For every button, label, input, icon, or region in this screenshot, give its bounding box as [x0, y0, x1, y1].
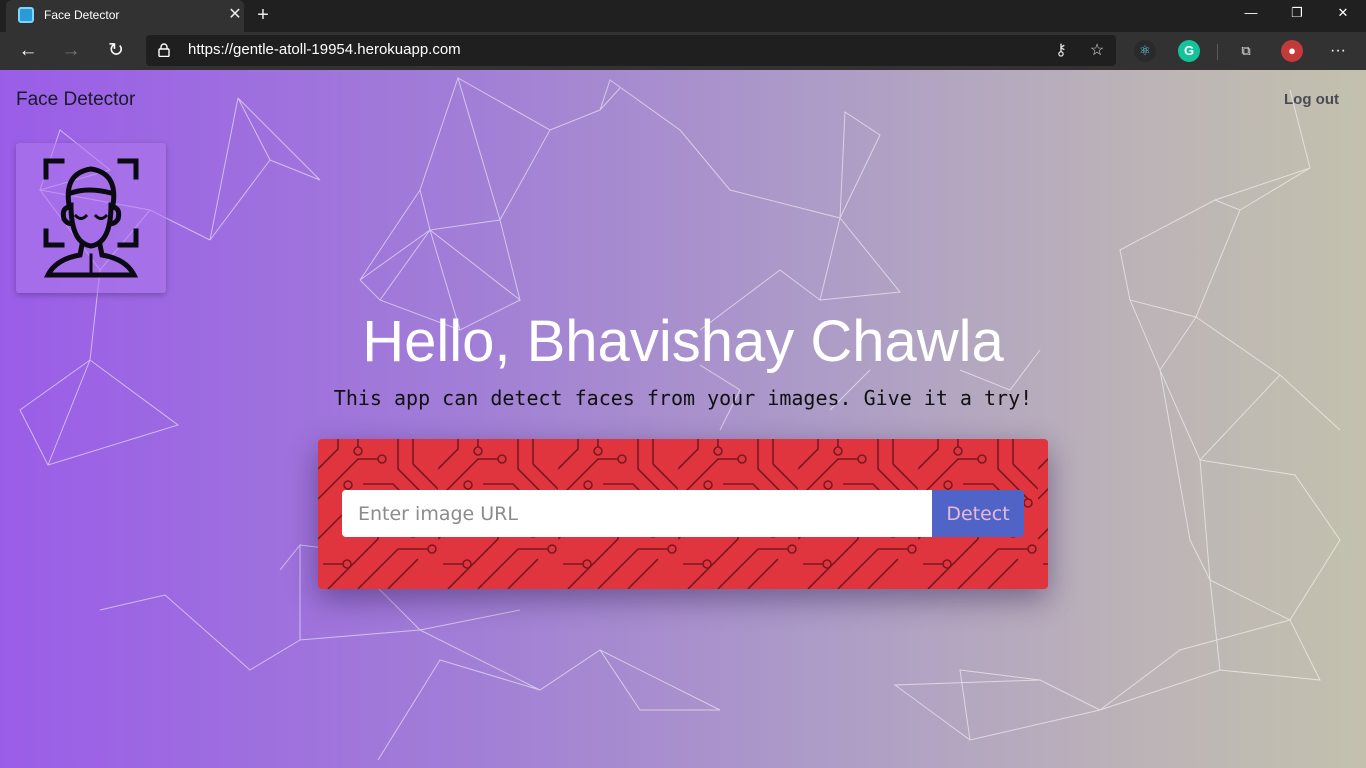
- minimize-button[interactable]: —: [1228, 0, 1274, 28]
- image-url-form: Detect: [318, 439, 1048, 589]
- greeting-heading: Hello, Bhavishay Chawla: [362, 309, 1004, 374]
- browser-toolbar: ← → ↻ https://gentle-atoll-19954.herokua…: [0, 32, 1366, 70]
- app-description: This app can detect faces from your imag…: [333, 386, 1033, 410]
- face-scan-icon: [43, 158, 139, 278]
- collections-icon[interactable]: ⧉: [1235, 40, 1257, 62]
- toolbar-separator: [1217, 44, 1218, 60]
- browser-tab[interactable]: Face Detector ✕: [6, 0, 244, 32]
- browser-titlebar: Face Detector ✕ + — ❐ ✕: [0, 0, 1366, 32]
- url-text[interactable]: https://gentle-atoll-19954.herokuapp.com: [188, 41, 461, 58]
- settings-menu-button[interactable]: ···: [1323, 36, 1353, 66]
- logo-card[interactable]: [16, 143, 166, 293]
- brand-name[interactable]: Face Detector: [16, 89, 135, 111]
- tab-title: Face Detector: [44, 8, 120, 22]
- profile-avatar[interactable]: ●: [1281, 40, 1303, 62]
- logout-link[interactable]: Log out: [1284, 91, 1339, 108]
- new-tab-button[interactable]: +: [251, 3, 275, 27]
- refresh-button[interactable]: ↻: [101, 36, 131, 66]
- restore-button[interactable]: ❐: [1274, 0, 1320, 28]
- key-icon[interactable]: ⚷: [1049, 39, 1073, 63]
- address-bar[interactable]: https://gentle-atoll-19954.herokuapp.com…: [146, 35, 1116, 66]
- back-button[interactable]: ←: [13, 36, 43, 66]
- favicon-icon: [18, 7, 34, 23]
- grammarly-icon[interactable]: G: [1178, 40, 1200, 62]
- forward-button[interactable]: →: [56, 36, 86, 66]
- tab-close-icon[interactable]: ✕: [224, 4, 246, 26]
- close-window-button[interactable]: ✕: [1320, 0, 1366, 28]
- background-network-pattern: [19, 76, 1341, 761]
- image-url-input[interactable]: [342, 490, 932, 537]
- react-devtools-icon[interactable]: ⚛: [1134, 40, 1156, 62]
- lock-icon: [158, 43, 170, 57]
- star-icon[interactable]: ☆: [1085, 39, 1109, 63]
- detect-button[interactable]: Detect: [932, 490, 1024, 537]
- page-viewport: Face Detector Log out Hello, Bhavishay C…: [0, 70, 1366, 768]
